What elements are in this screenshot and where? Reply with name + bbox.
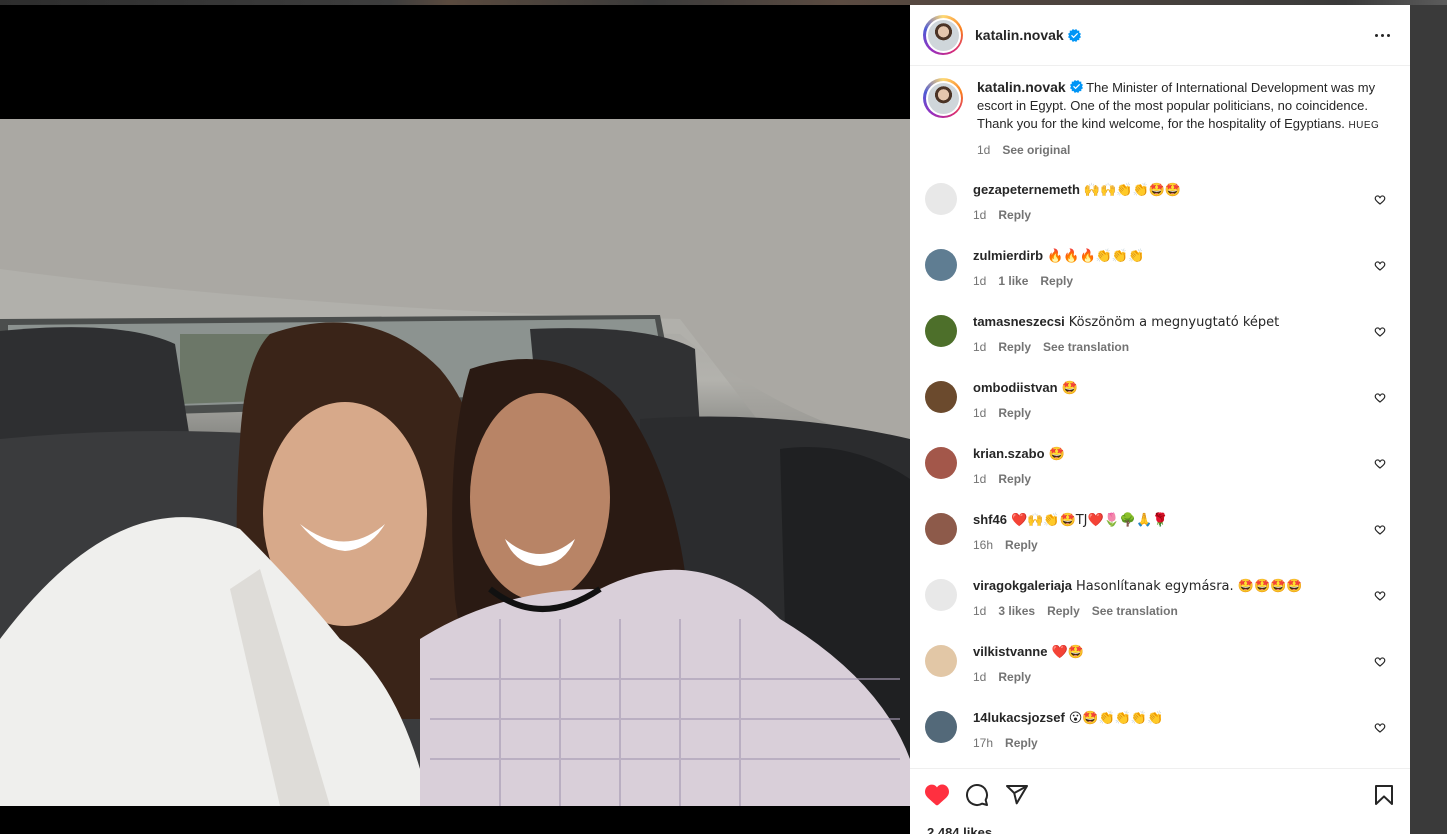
commenter-username[interactable]: shf46 [973,512,1007,527]
post-header: katalin.novak [910,5,1410,66]
commenter-username[interactable]: vilkistvanne [973,644,1047,659]
comment-row: tamasneszecsi Köszönöm a megnyugtató képe… [923,313,1394,379]
commenter-username[interactable]: 14lukacsjozsef [973,710,1065,725]
comment-text: 🔥🔥🔥👏👏👏 [1047,249,1145,264]
reply-button[interactable]: Reply [1005,536,1038,554]
photo-illustration [0,119,910,806]
comment-likes[interactable]: 3 likes [998,602,1035,620]
comment-row: viragokgaleriaja Hasonlítanak egymásra. 🤩… [923,577,1394,643]
caption-username[interactable]: katalin.novak [977,79,1066,95]
comment-time: 16h [973,538,994,552]
comment-time: 1d [973,340,987,354]
comment-row: gezapeternemeth 🙌🙌👏👏🤩🤩 1d Reply [923,181,1394,247]
caption-time: 1d [977,143,991,157]
commenter-avatar[interactable] [925,381,957,413]
comment-time: 1d [973,274,987,288]
commenter-avatar[interactable] [925,315,957,347]
comment-likes[interactable]: 1 like [998,272,1028,290]
reply-button[interactable]: Reply [998,206,1031,224]
comment-time: 17h [973,736,994,750]
comment-row: vilkistvanne ❤️🤩 1d Reply [923,643,1394,709]
comment-like-heart-icon[interactable] [1374,194,1386,206]
commenter-username[interactable]: tamasneszecsi [973,314,1065,329]
comment-row: ombodiistvan 🤩 1d Reply [923,379,1394,445]
author-avatar[interactable] [923,15,963,55]
commenter-username[interactable]: gezapeternemeth [973,182,1080,197]
comment-row: krian.szabo 🤩 1d Reply [923,445,1394,511]
comment-time: 1d [973,472,987,486]
post-media[interactable] [0,5,910,834]
reply-button[interactable]: Reply [1005,734,1038,752]
reply-button[interactable]: Reply [998,404,1031,422]
comment-time: 1d [973,670,987,684]
comment-icon[interactable] [965,783,989,807]
comment-text: 😮🤩👏👏👏👏 [1068,711,1164,726]
commenter-avatar[interactable] [925,579,957,611]
bookmark-icon[interactable] [1372,783,1396,807]
commenter-avatar[interactable] [925,249,957,281]
commenter-username[interactable]: ombodiistvan [973,380,1058,395]
comment-row: shf46 ❤️🙌👏🤩TJ❤️🌷🌳🙏🌹 16h Reply [923,511,1394,577]
reply-button[interactable]: Reply [998,338,1031,356]
comments-list[interactable]: katalin.novak The Minister of Internatio… [910,66,1410,768]
caption-tag: HUEG [1348,120,1380,131]
comment-container: gezapeternemeth 🙌🙌👏👏🤩🤩 1d Reply zulmierdirb 🔥… [923,181,1394,768]
comment-like-heart-icon[interactable] [1374,260,1386,272]
comment-text: ❤️🙌👏🤩TJ❤️🌷🌳🙏🌹 [1010,513,1169,528]
comment-text: Hasonlítanak egymásra. 🤩🤩🤩🤩 [1076,579,1303,594]
post-actions: 2,484 likes [910,768,1410,834]
share-icon[interactable] [1005,783,1029,807]
comment-like-heart-icon[interactable] [1374,458,1386,470]
commenter-avatar[interactable] [925,711,957,743]
reply-button[interactable]: Reply [1047,602,1080,620]
comment-time: 1d [973,208,987,222]
comment-text: 🙌🙌👏👏🤩🤩 [1083,183,1182,198]
verified-badge-icon [1067,28,1081,42]
reply-button[interactable]: Reply [998,668,1031,686]
see-translation-link[interactable]: See translation [1043,338,1129,356]
post-photo [0,119,910,806]
comment-like-heart-icon[interactable] [1374,524,1386,536]
comment-like-heart-icon[interactable] [1374,392,1386,404]
comment-like-heart-icon[interactable] [1374,590,1386,602]
reply-button[interactable]: Reply [1040,272,1073,290]
likes-count[interactable]: 2,484 likes [927,825,992,834]
comment-like-heart-icon[interactable] [1374,656,1386,668]
post-modal: katalin.novak katalin.novak The Minister… [0,5,1410,834]
caption-verified-badge-icon [1069,80,1083,93]
commenter-username[interactable]: zulmierdirb [973,248,1043,263]
commenter-username[interactable]: viragokgaleriaja [973,578,1072,593]
comment-text: ❤️🤩 [1051,645,1084,660]
comment-like-heart-icon[interactable] [1374,722,1386,734]
comment-time: 1d [973,406,987,420]
comment-row: zulmierdirb 🔥🔥🔥👏👏👏 1d 1 like Reply [923,247,1394,313]
see-original-link[interactable]: See original [1002,141,1070,159]
caption-avatar[interactable] [923,78,963,118]
comment-like-heart-icon[interactable] [1374,326,1386,338]
commenter-avatar[interactable] [925,183,957,215]
comment-text: 🤩 [1048,447,1065,462]
commenter-avatar[interactable] [925,447,957,479]
see-translation-link[interactable]: See translation [1092,602,1178,620]
commenter-avatar[interactable] [925,645,957,677]
reply-button[interactable]: Reply [998,470,1031,488]
comment-text: 🤩 [1061,381,1078,396]
comment-row: 14lukacsjozsef 😮🤩👏👏👏👏 17h Reply [923,709,1394,768]
commenter-username[interactable]: krian.szabo [973,446,1045,461]
author-username[interactable]: katalin.novak [975,27,1064,43]
post-side-panel: katalin.novak katalin.novak The Minister… [910,5,1410,834]
more-options-icon[interactable] [1370,23,1394,47]
commenter-avatar[interactable] [925,513,957,545]
heart-icon[interactable] [925,783,949,807]
comment-time: 1d [973,604,987,618]
comment-text: Köszönöm a megnyugtató képet [1068,315,1280,330]
post-caption: katalin.novak The Minister of Internatio… [923,78,1394,159]
